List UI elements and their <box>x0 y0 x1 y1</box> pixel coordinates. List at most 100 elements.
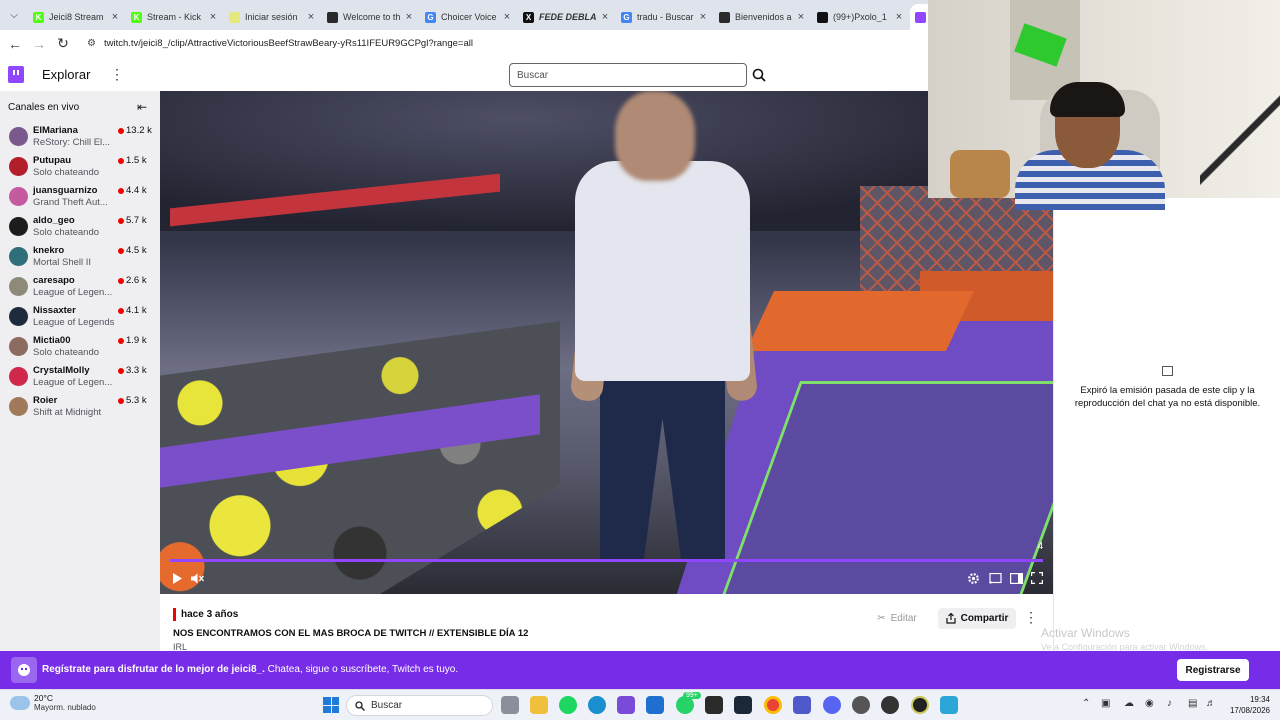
close-tab-icon[interactable]: × <box>109 11 121 23</box>
tray-expand-icon[interactable]: ⌃ <box>1082 698 1090 709</box>
sidebar-channel[interactable]: CrystalMolly League of Legen... 3.3 k <box>0 362 160 392</box>
browser-tab[interactable]: (99+)Pxolo_1 × <box>812 4 910 30</box>
tab-list-dropdown-icon[interactable]: ⌵ <box>0 0 28 30</box>
sidebar-channel[interactable]: Roier Shift at Midnight 5.3 k <box>0 392 160 422</box>
edit-button[interactable]: ✂ Editar <box>866 608 928 629</box>
channel-game: Solo chateando <box>33 167 100 178</box>
collapse-sidebar-icon[interactable]: ⇤ <box>137 100 147 114</box>
teams-icon[interactable] <box>793 696 811 714</box>
video-player[interactable]: 4 <box>160 91 1053 594</box>
sidebar-channel[interactable]: Nissaxter League of Legends 4.1 k <box>0 302 160 332</box>
tab-title: FEDE DEBLA <box>539 12 597 22</box>
tab-favicon-icon: G <box>621 11 632 23</box>
tray-app-icon[interactable]: ▣ <box>1101 698 1110 709</box>
file-explorer-icon[interactable] <box>530 696 548 714</box>
channel-game: Mortal Shell II <box>33 257 92 268</box>
browser-tab[interactable]: K Stream - Kick × <box>126 4 224 30</box>
seek-bar[interactable] <box>170 559 1043 562</box>
cast-button[interactable] <box>987 570 1003 586</box>
theatre-mode-button[interactable] <box>1008 570 1024 586</box>
channel-name: Putupau <box>33 155 71 166</box>
clip-more-options-icon[interactable]: ⋮ <box>1024 609 1038 626</box>
avatar <box>9 367 28 386</box>
url-text[interactable]: twitch.tv/jeici8_/clip/AttractiveVictori… <box>104 38 473 49</box>
volume-icon[interactable]: ♬ <box>1206 698 1216 709</box>
copilot-icon[interactable] <box>617 696 635 714</box>
browser-tab[interactable]: Gtradu - Buscar × <box>616 4 714 30</box>
url-field[interactable]: ⚙ twitch.tv/jeici8_/clip/AttractiveVicto… <box>87 38 473 49</box>
live-indicator-icon <box>118 248 124 254</box>
sidebar-channel[interactable]: aldo_geo Solo chateando 5.7 k <box>0 212 160 242</box>
close-tab-icon[interactable]: × <box>501 11 513 23</box>
close-tab-icon[interactable]: × <box>207 11 219 23</box>
app-icon[interactable] <box>911 696 929 714</box>
tray-shield-icon[interactable]: ◉ <box>1145 698 1154 709</box>
close-tab-icon[interactable]: × <box>599 11 611 23</box>
sidebar-channel[interactable]: ElMariana ReStory: Chill El... 13.2 k <box>0 122 160 152</box>
system-clock[interactable]: 19:34 17/08/2026 <box>1226 694 1270 716</box>
sidebar-channel[interactable]: juansguarnizo Grand Theft Aut... 4.4 k <box>0 182 160 212</box>
clock-time: 19:34 <box>1249 695 1270 704</box>
obs-icon[interactable] <box>852 696 870 714</box>
discord-icon[interactable] <box>823 696 841 714</box>
audio-app-icon[interactable] <box>881 696 899 714</box>
windows-start-icon[interactable] <box>323 697 339 713</box>
share-button[interactable]: Compartir <box>938 608 1016 629</box>
close-tab-icon[interactable]: × <box>403 11 415 23</box>
close-tab-icon[interactable]: × <box>305 11 317 23</box>
register-button[interactable]: Registrarse <box>1177 659 1249 681</box>
clip-age-marker <box>173 608 176 621</box>
back-icon[interactable]: ← <box>3 32 27 56</box>
search-button[interactable] <box>748 63 770 87</box>
tray-cloud-icon[interactable]: ☁ <box>1124 698 1134 709</box>
network-icon[interactable]: ▤ <box>1188 698 1197 709</box>
forward-icon[interactable]: → <box>27 32 51 56</box>
close-tab-icon[interactable]: × <box>795 11 807 23</box>
reload-icon[interactable]: ↻ <box>51 32 75 56</box>
weather-widget[interactable]: 20°C Mayorm. nublado <box>10 693 96 712</box>
play-button[interactable] <box>169 570 185 586</box>
browser-tab[interactable]: Iniciar sesión × <box>224 4 322 30</box>
tab-title: (99+)Pxolo_1 <box>833 12 887 22</box>
taskbar-search[interactable]: Buscar <box>346 695 493 716</box>
browser-tab[interactable]: X FEDE DEBLA × <box>518 4 616 30</box>
sidebar-channel[interactable]: Mictia00 Solo chateando 1.9 k <box>0 332 160 362</box>
twitch-logo-icon[interactable] <box>8 66 24 83</box>
channel-name: ElMariana <box>33 125 78 136</box>
mute-button[interactable] <box>189 570 205 586</box>
explore-link[interactable]: Explorar <box>42 67 90 82</box>
mail-icon[interactable] <box>646 696 664 714</box>
spotify-icon[interactable] <box>559 696 577 714</box>
search-input[interactable]: Buscar <box>509 63 747 87</box>
browser-tab[interactable]: K Jeici8 Stream × <box>28 4 126 30</box>
chrome-icon[interactable] <box>764 696 782 714</box>
close-tab-icon[interactable]: × <box>893 11 905 23</box>
browser-tab[interactable]: Welcome to th × <box>322 4 420 30</box>
live-indicator-icon <box>118 338 124 344</box>
close-tab-icon[interactable]: × <box>697 11 709 23</box>
tab-favicon-icon <box>327 11 338 23</box>
channel-game: League of Legends <box>33 317 115 328</box>
site-info-icon[interactable]: ⚙ <box>87 38 96 49</box>
store-icon[interactable] <box>705 696 723 714</box>
channel-name: Mictia00 <box>33 335 71 346</box>
microphone-icon[interactable]: ♪ <box>1167 698 1172 709</box>
sidebar-channel[interactable]: knekro Mortal Shell II 4.5 k <box>0 242 160 272</box>
settings-button[interactable] <box>965 570 981 586</box>
weather-temp: 20°C <box>34 693 53 703</box>
notepad-icon[interactable] <box>940 696 958 714</box>
task-view-icon[interactable] <box>501 696 519 714</box>
tab-favicon-icon: K <box>33 11 44 23</box>
tab-title: Welcome to th <box>343 12 401 22</box>
fullscreen-button[interactable] <box>1029 570 1045 586</box>
browser-tab[interactable]: G Choicer Voice × <box>420 4 518 30</box>
clip-info: hace 3 años NOS ENCONTRAMOS CON EL MAS B… <box>160 594 1053 652</box>
avatar <box>9 127 28 146</box>
more-options-icon[interactable]: ⋮ <box>110 66 124 83</box>
browser-tab[interactable]: Bienvenidos a × <box>714 4 812 30</box>
sidebar-channel[interactable]: caresapo League of Legen... 2.6 k <box>0 272 160 302</box>
clip-counter: 4 <box>1037 541 1043 552</box>
steam-icon[interactable] <box>734 696 752 714</box>
sidebar-channel[interactable]: Putupau Solo chateando 1.5 k <box>0 152 160 182</box>
edge-icon[interactable] <box>588 696 606 714</box>
